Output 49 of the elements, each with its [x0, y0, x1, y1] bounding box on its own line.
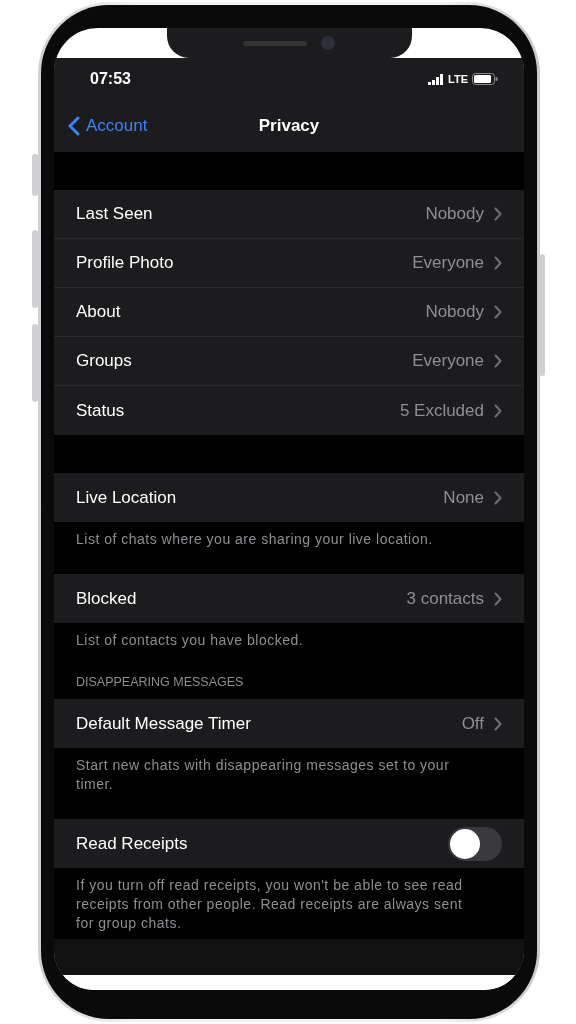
- row-value: Everyone: [412, 351, 484, 371]
- section-header: DISAPPEARING MESSAGES: [75, 675, 245, 691]
- signal-icon: [428, 73, 445, 85]
- row-value: 3 contacts: [406, 588, 484, 609]
- row-label: About: [76, 302, 121, 322]
- row-value: Nobody: [425, 204, 484, 224]
- row-value: 5 Excluded: [399, 400, 484, 421]
- row-value: Nobody: [425, 302, 484, 322]
- back-button[interactable]: Account: [54, 115, 154, 137]
- chevron-right-icon: [494, 716, 502, 731]
- row-label: Blocked: [76, 588, 137, 609]
- section-footer: If you turn off read receipts, you won't be able to see read receipts from other people. Read receipts are always sent for group chats.: [54, 868, 524, 939]
- chevron-right-icon: [494, 591, 502, 606]
- settings-row[interactable]: About Nobody: [54, 288, 524, 337]
- settings-row[interactable]: Read Receipts: [54, 819, 524, 868]
- chevron-right-icon: [494, 256, 502, 270]
- row-value: None: [443, 487, 484, 508]
- chevron-left-icon: [68, 116, 80, 136]
- row-label: Status: [76, 400, 125, 421]
- row-label: Default Message Timer: [76, 713, 251, 734]
- speaker-icon: [243, 40, 307, 46]
- section-footer: List of contacts you have blocked.: [54, 623, 524, 675]
- row-value: Everyone: [412, 253, 484, 273]
- chevron-right-icon: [494, 403, 502, 418]
- network-label: LTE: [448, 73, 468, 85]
- toggle-switch[interactable]: [448, 826, 502, 861]
- settings-row[interactable]: Profile Photo Everyone: [54, 239, 524, 288]
- chevron-right-icon: [494, 305, 502, 319]
- clock-time: 07:53: [90, 70, 131, 88]
- chevron-right-icon: [494, 354, 502, 368]
- row-label: Live Location: [76, 487, 177, 508]
- settings-row[interactable]: Status 5 Excluded: [54, 386, 524, 435]
- row-value: Off: [461, 713, 484, 734]
- chevron-right-icon: [494, 207, 502, 221]
- settings-row[interactable]: Live Location None: [54, 473, 524, 522]
- settings-row[interactable]: Last Seen Nobody: [54, 190, 524, 239]
- row-label: Read Receipts: [76, 833, 188, 854]
- row-label: Profile Photo: [76, 253, 174, 273]
- settings-row[interactable]: Groups Everyone: [54, 337, 524, 386]
- section-footer: Start new chats with disappearing messages set to your timer.: [54, 748, 524, 819]
- row-label: Groups: [76, 351, 132, 371]
- chevron-right-icon: [494, 490, 502, 505]
- row-label: Last Seen: [76, 204, 153, 224]
- camera-icon: [321, 36, 335, 50]
- battery-icon: [472, 73, 498, 85]
- settings-row[interactable]: Default Message Timer Off: [54, 699, 524, 748]
- page-title: Privacy: [258, 116, 320, 135]
- settings-row[interactable]: Blocked 3 contacts: [54, 574, 524, 623]
- section-footer: List of chats where you are sharing your live location.: [54, 522, 524, 574]
